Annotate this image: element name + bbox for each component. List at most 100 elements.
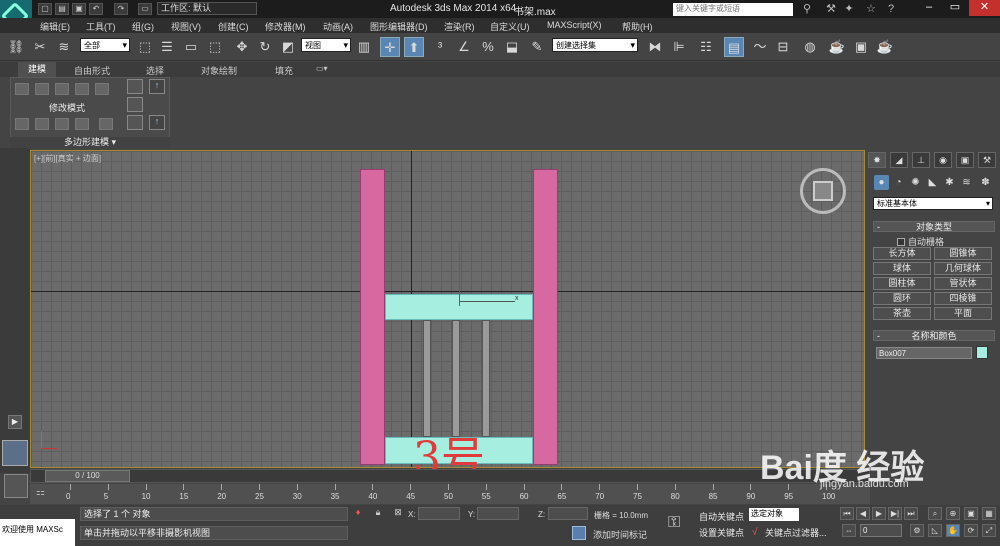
help-icon[interactable]: ? (884, 2, 898, 16)
utilities-tab-icon[interactable]: ⚒ (978, 152, 996, 168)
track-bar[interactable]: 0 5 10 15 20 25 30 35 40 45 50 55 60 65 70 75 80 85 90 95 10… (30, 484, 870, 504)
expand-icon[interactable]: ▶ (8, 415, 22, 429)
ribbon-tool-icon[interactable] (75, 118, 89, 130)
zoom-extents-icon[interactable]: ▣ (964, 507, 978, 520)
edit-named-selection-icon[interactable]: ✎ (527, 37, 547, 57)
ribbon-tool-icon[interactable] (55, 83, 69, 95)
ribbon-side-icon[interactable]: ↑ (149, 115, 165, 130)
named-selection-dropdown[interactable]: 创建选择集 (552, 38, 638, 52)
pyramid-button[interactable]: 四棱锥 (934, 292, 992, 305)
shelf-rod[interactable] (482, 320, 490, 437)
time-config-icon[interactable]: ⚙ (910, 524, 924, 537)
material-editor-icon[interactable]: ◍ (800, 37, 820, 57)
ribbon-tool-icon[interactable] (99, 118, 113, 130)
tab-populate[interactable]: 填充 (275, 64, 293, 77)
menu-modifiers[interactable]: 修改器(M) (265, 20, 306, 33)
ribbon-tool-icon[interactable] (15, 83, 29, 95)
y-coordinate-field[interactable] (477, 507, 519, 520)
snaps-toggle-icon[interactable]: ³ (430, 37, 450, 57)
sphere-button[interactable]: 球体 (873, 262, 931, 275)
field-of-view-icon[interactable]: ◺ (928, 524, 942, 537)
move-icon[interactable]: ✥ (232, 37, 252, 57)
cylinder-button[interactable]: 圆柱体 (873, 277, 931, 290)
prev-frame-icon[interactable]: ◀ (856, 507, 870, 520)
torus-button[interactable]: 圆环 (873, 292, 931, 305)
unlink-icon[interactable]: ✂ (30, 37, 50, 57)
shelf-rod[interactable] (452, 320, 460, 437)
hierarchy-tab-icon[interactable]: ⊥ (912, 152, 930, 168)
open-file-icon[interactable]: ▤ (55, 3, 69, 15)
goto-start-icon[interactable]: ⏮ (840, 507, 854, 520)
lock-selection-icon[interactable]: 🔒︎ (372, 507, 384, 519)
zoom-icon[interactable]: ⌕ (928, 507, 942, 520)
create-tab-icon[interactable]: ✸ (868, 152, 886, 168)
schematic-view-icon[interactable]: ⊟ (773, 37, 793, 57)
keyboard-shortcut-icon[interactable]: ⬆ (404, 37, 424, 57)
rotate-icon[interactable]: ↻ (255, 37, 275, 57)
ribbon-side-icon[interactable] (127, 79, 143, 94)
project-folder-icon[interactable]: ▭ (138, 3, 152, 15)
shapes-icon[interactable]: ◔ (891, 175, 906, 190)
space-warps-icon[interactable]: ≋ (959, 175, 974, 190)
shelf-rod[interactable] (423, 320, 431, 437)
select-by-name-icon[interactable]: ☰ (157, 37, 177, 57)
time-slider[interactable] (30, 469, 870, 483)
shelf-side-left[interactable] (360, 169, 385, 465)
mini-curve-editor-icon[interactable]: ⚏ (36, 487, 45, 498)
display-tab-icon[interactable]: ▣ (956, 152, 974, 168)
angle-snap-icon[interactable]: ∠ (454, 37, 474, 57)
zoom-all-icon[interactable]: ⊕ (946, 507, 960, 520)
auto-key-button[interactable]: 自动关键点 (699, 510, 744, 523)
tab-modeling[interactable]: 建模 (18, 62, 57, 77)
close-icon[interactable]: ✕ (969, 0, 1000, 16)
ribbon-tool-icon[interactable] (75, 83, 89, 95)
polygon-modeling-label[interactable]: 多边形建模 ▾ (10, 137, 170, 148)
ribbon-side-icon[interactable] (127, 115, 143, 130)
key-selection-dropdown[interactable]: 选定对象 (749, 508, 799, 521)
layer-manager-icon[interactable]: ☷ (696, 37, 716, 57)
cone-button[interactable]: 圆锥体 (934, 247, 992, 260)
rendered-frame-icon[interactable]: ▣ (851, 37, 871, 57)
menu-maxscript[interactable]: MAXScript(X) (547, 20, 602, 30)
next-frame-icon[interactable]: ▶| (888, 507, 902, 520)
menu-animation[interactable]: 动画(A) (323, 20, 353, 33)
z-coordinate-field[interactable] (548, 507, 588, 520)
set-key-icon[interactable]: ⚿ (668, 514, 680, 532)
workspace-dropdown[interactable]: 工作区: 默认 (157, 2, 257, 15)
viewcube[interactable] (800, 168, 846, 214)
subscription-icon[interactable]: ⚒ (824, 2, 838, 16)
ribbon-tool-icon[interactable] (55, 118, 69, 130)
search-input[interactable]: 键入关键字或短语 (673, 3, 793, 16)
menu-graph-editors[interactable]: 图形编辑器(D) (370, 20, 428, 33)
zoom-extents-all-icon[interactable]: ▦ (982, 507, 996, 520)
viewport-label[interactable]: [+][前][真实 + 边面] (34, 153, 101, 164)
geometry-type-dropdown[interactable]: 标准基本体 (873, 197, 993, 210)
tab-selection[interactable]: 选择 (146, 64, 164, 77)
communication-icon[interactable]: ✦ (842, 2, 856, 16)
key-mode-icon[interactable]: ⇔ (842, 524, 856, 537)
orbit-icon[interactable]: ⟳ (964, 524, 978, 537)
play-icon[interactable]: ▶ (872, 507, 886, 520)
menu-rendering[interactable]: 渲染(R) (444, 20, 475, 33)
tab-object-paint[interactable]: 对象绘制 (201, 64, 237, 77)
box-button[interactable]: 长方体 (873, 247, 931, 260)
object-name-field[interactable]: Box007 (876, 347, 972, 359)
curve-editor-icon[interactable]: 〜 (750, 37, 770, 57)
menu-help[interactable]: 帮助(H) (622, 20, 653, 33)
rect-selection-icon[interactable]: ▭ (181, 37, 201, 57)
window-crossing-icon[interactable]: ⬚ (205, 37, 225, 57)
lights-icon[interactable]: ✺ (908, 175, 923, 190)
bind-space-warp-icon[interactable]: ≋ (54, 37, 74, 57)
shelf-side-right[interactable] (533, 169, 558, 465)
menu-group[interactable]: 组(G) (132, 20, 154, 33)
pan-view-icon[interactable]: ✋ (946, 524, 960, 537)
reference-coord-dropdown[interactable]: 视图 (301, 38, 351, 52)
key-filters-button[interactable]: 关键点过滤器... (765, 526, 827, 539)
select-object-icon[interactable]: ⬚ (135, 37, 155, 57)
object-color-swatch[interactable] (976, 346, 988, 359)
maximize-icon[interactable]: ▭ (943, 0, 967, 16)
tab-freeform[interactable]: 自由形式 (74, 64, 110, 77)
redo-icon[interactable]: ↷ (114, 3, 128, 15)
front-viewport[interactable]: x (30, 150, 865, 468)
menu-tools[interactable]: 工具(T) (86, 20, 116, 33)
